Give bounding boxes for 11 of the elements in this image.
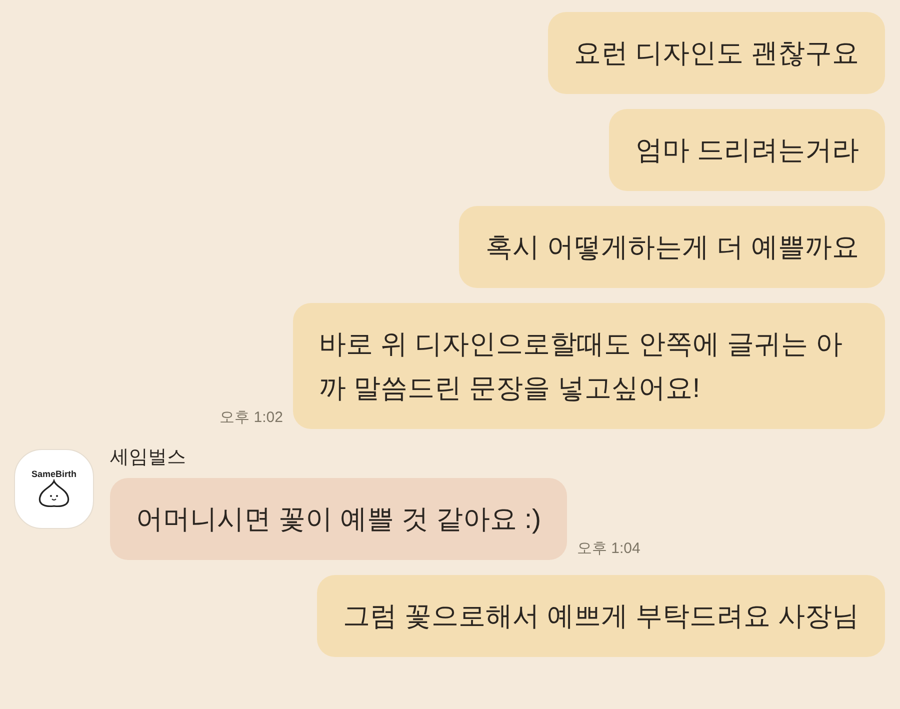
sender-name: 세임벌스 xyxy=(110,446,187,470)
message-bubble: 엄마 드리려는거라 xyxy=(609,109,885,191)
message-bubble: 바로 위 디자인으로할때도 안쪽에 글귀는 아까 말씀드린 문장을 넣고싶어요! xyxy=(293,303,885,429)
message-bubble: 어머니시면 꽃이 예쁠 것 같아요 :) xyxy=(110,478,567,560)
message-time: 오후 1:02 xyxy=(220,408,283,427)
avatar[interactable]: SameBirth xyxy=(14,449,94,529)
message-bubble: 그럼 꽃으로해서 예쁘게 부탁드려요 사장님 xyxy=(316,575,885,657)
avatar-logo-text: SameBirth xyxy=(31,469,76,479)
message-time: 오후 1:04 xyxy=(577,539,640,558)
message-bubble: 혹시 어떻게하는게 더 예쁠까요 xyxy=(459,206,885,288)
message-bubble: 요런 디자인도 괜찮구요 xyxy=(548,12,885,94)
